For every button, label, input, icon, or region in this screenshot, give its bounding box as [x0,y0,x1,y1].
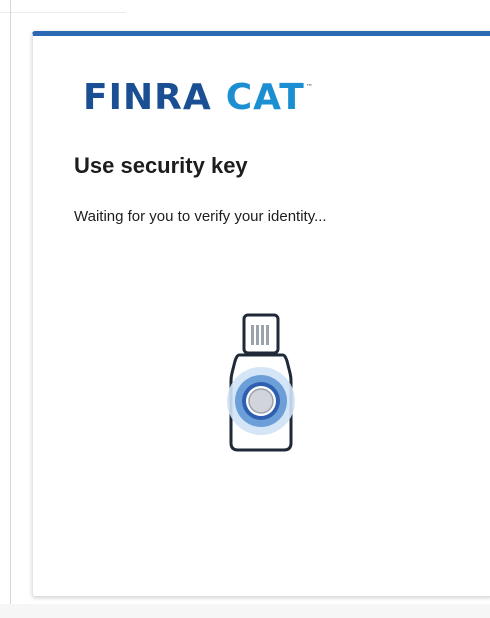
bottom-strip [0,604,490,618]
logo-wordmark-finra: FINRA [83,77,212,118]
security-key-icon [227,313,295,452]
page: FINRA CAT ™ Use security key Waiting for… [0,0,490,618]
logo-wordmark-cat: CAT [225,77,305,118]
logo-wordmark: FINRA CAT [83,78,305,118]
dialog-title: Use security key [74,153,248,178]
status-message: Waiting for you to verify your identity.… [74,208,327,225]
left-divider [10,0,11,618]
logo-trademark: ™ [305,83,313,91]
top-divider [0,12,126,13]
finra-cat-logo: FINRA CAT ™ [83,78,313,118]
security-key-dialog: FINRA CAT ™ Use security key Waiting for… [32,31,490,597]
